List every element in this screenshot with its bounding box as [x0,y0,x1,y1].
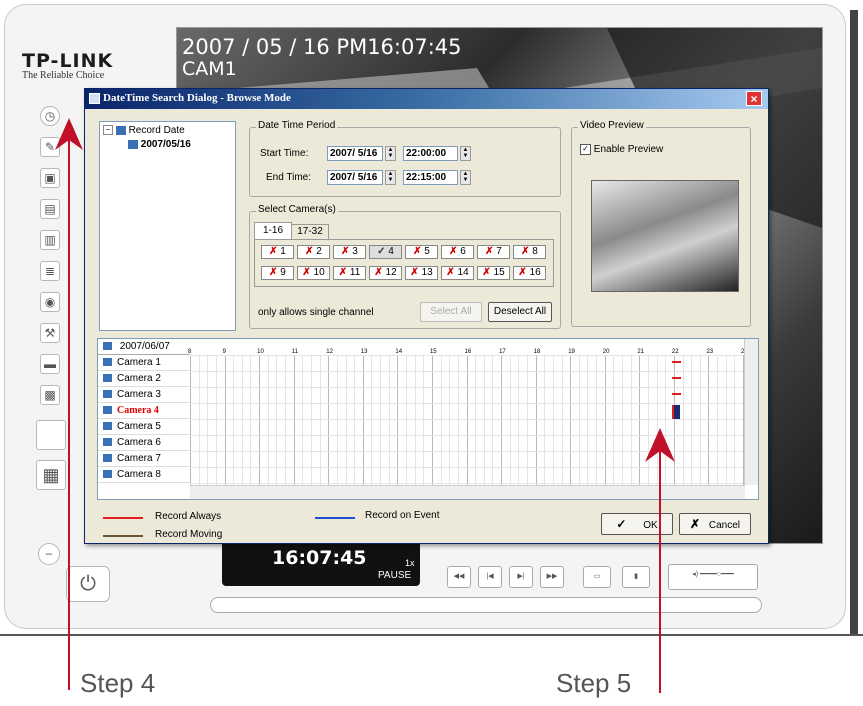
step5-label: Step 5 [556,668,632,698]
step4-label: Step 4 [80,668,156,698]
step5-arrow [645,428,675,693]
step4-arrow [55,118,83,690]
step-arrows [55,118,675,693]
